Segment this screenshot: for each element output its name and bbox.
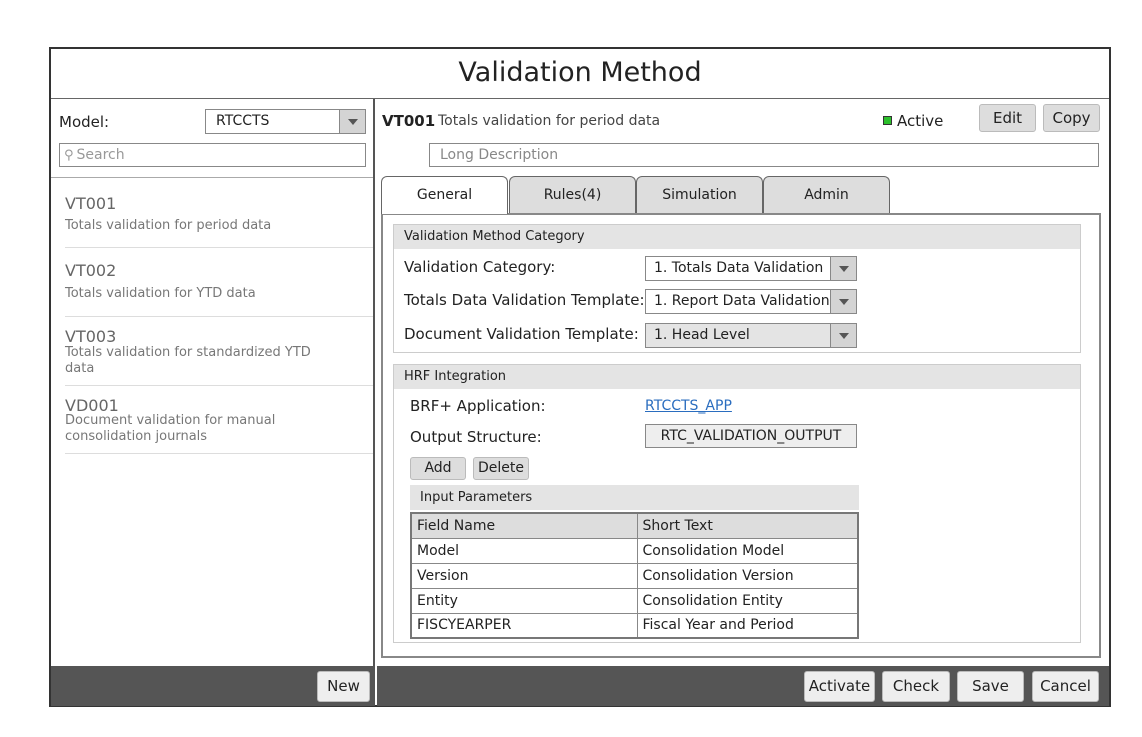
list-item-desc: Document validation for manual consolida… — [65, 413, 276, 444]
page-title: Validation Method — [51, 49, 1109, 99]
list-item[interactable]: VD001 Document validation for manual con… — [65, 386, 373, 454]
table-row[interactable]: FISCYEARPER Fiscal Year and Period — [410, 612, 859, 639]
validation-category-select[interactable]: 1. Totals Data Validation — [645, 256, 857, 281]
list-item[interactable]: VT001 Totals validation for period data — [65, 178, 373, 248]
list-item-desc: Totals validation for period data — [65, 218, 272, 233]
table-cell: Version — [410, 562, 638, 589]
document-template-label: Document Validation Template: — [404, 325, 639, 343]
table-row[interactable]: Model Consolidation Model — [410, 537, 859, 564]
status-indicator-icon — [883, 116, 892, 125]
model-select-value: RTCCTS — [216, 113, 270, 129]
check-button[interactable]: Check — [882, 671, 950, 702]
cancel-button[interactable]: Cancel — [1032, 671, 1099, 702]
table-cell: FISCYEARPER — [410, 612, 638, 639]
validation-method-window: Validation Method Model: RTCCTS ⚲ Search … — [49, 47, 1111, 707]
delete-button[interactable]: Delete — [473, 457, 529, 480]
column-header-field-name: Field Name — [410, 512, 638, 539]
list-item[interactable]: VT003 Totals validation for standardized… — [65, 317, 373, 386]
model-label: Model: — [59, 113, 110, 131]
method-description: Totals validation for period data — [438, 113, 661, 129]
totals-template-value: 1. Report Data Validation — [654, 293, 830, 309]
brf-application-label: BRF+ Application: — [410, 397, 546, 415]
table-cell: Entity — [410, 587, 638, 614]
tab-admin[interactable]: Admin — [763, 176, 890, 213]
tab-simulation[interactable]: Simulation — [636, 176, 763, 213]
table-header-row: Field Name Short Text — [410, 512, 859, 539]
action-footer: Activate Check Save Cancel — [377, 666, 1109, 706]
brf-application-link[interactable]: RTCCTS_APP — [645, 398, 732, 414]
table-cell: Fiscal Year and Period — [636, 612, 859, 639]
input-parameters-table: Field Name Short Text Model Consolidatio… — [410, 512, 859, 639]
chevron-down-icon[interactable] — [830, 324, 856, 347]
sidebar: Model: RTCCTS ⚲ Search VT001 Totals valid… — [51, 99, 375, 666]
validation-category-value: 1. Totals Data Validation — [654, 260, 824, 276]
document-template-value: 1. Head Level — [654, 327, 750, 343]
search-input[interactable]: ⚲ Search — [59, 143, 366, 167]
table-cell: Consolidation Model — [636, 537, 859, 564]
save-button[interactable]: Save — [957, 671, 1024, 702]
tab-general[interactable]: General — [381, 176, 508, 214]
document-template-select[interactable]: 1. Head Level — [645, 323, 857, 348]
add-button[interactable]: Add — [410, 457, 466, 480]
status-badge: Active — [897, 112, 944, 130]
activate-button[interactable]: Activate — [804, 671, 875, 702]
output-structure-value: RTC_VALIDATION_OUTPUT — [645, 424, 857, 448]
validation-category-label: Validation Category: — [404, 258, 556, 276]
method-code: VT001 — [382, 112, 436, 130]
long-description-input[interactable]: Long Description — [429, 143, 1099, 167]
category-section-title: Validation Method Category — [394, 225, 1080, 249]
chevron-down-icon[interactable] — [830, 290, 856, 313]
hrf-integration-section: HRF Integration BRF+ Application: RTCCTS… — [393, 364, 1081, 643]
tab-rules[interactable]: Rules(4) — [509, 176, 636, 213]
list-item-code: VT001 — [65, 194, 117, 213]
chevron-down-icon[interactable] — [339, 110, 365, 133]
totals-template-select[interactable]: 1. Report Data Validation — [645, 289, 857, 314]
search-icon: ⚲ — [64, 148, 74, 163]
list-item-code: VT003 — [65, 327, 117, 346]
model-select[interactable]: RTCCTS — [205, 109, 366, 134]
chevron-down-icon[interactable] — [830, 257, 856, 280]
edit-button[interactable]: Edit — [979, 104, 1036, 132]
copy-button[interactable]: Copy — [1043, 104, 1100, 132]
input-parameters-title: Input Parameters — [410, 485, 859, 510]
table-row[interactable]: Entity Consolidation Entity — [410, 587, 859, 614]
new-button[interactable]: New — [317, 671, 370, 702]
list-item-code: VT002 — [65, 261, 117, 280]
search-placeholder: Search — [76, 147, 125, 163]
method-list: VT001 Totals validation for period data … — [51, 177, 373, 454]
category-section: Validation Method Category Validation Ca… — [393, 224, 1081, 353]
table-row[interactable]: Version Consolidation Version — [410, 562, 859, 589]
hrf-section-title: HRF Integration — [394, 365, 1080, 389]
list-item-desc: Totals validation for standardized YTD d… — [65, 345, 311, 376]
table-cell: Consolidation Version — [636, 562, 859, 589]
sidebar-footer: New — [51, 666, 375, 706]
table-cell: Consolidation Entity — [636, 587, 859, 614]
output-structure-label: Output Structure: — [410, 428, 542, 446]
totals-template-label: Totals Data Validation Template: — [404, 291, 645, 309]
list-item[interactable]: VT002 Totals validation for YTD data — [65, 248, 373, 317]
column-header-short-text: Short Text — [636, 512, 859, 539]
table-cell: Model — [410, 537, 638, 564]
list-item-desc: Totals validation for YTD data — [65, 286, 256, 301]
tab-content-general: Validation Method Category Validation Ca… — [381, 213, 1101, 658]
